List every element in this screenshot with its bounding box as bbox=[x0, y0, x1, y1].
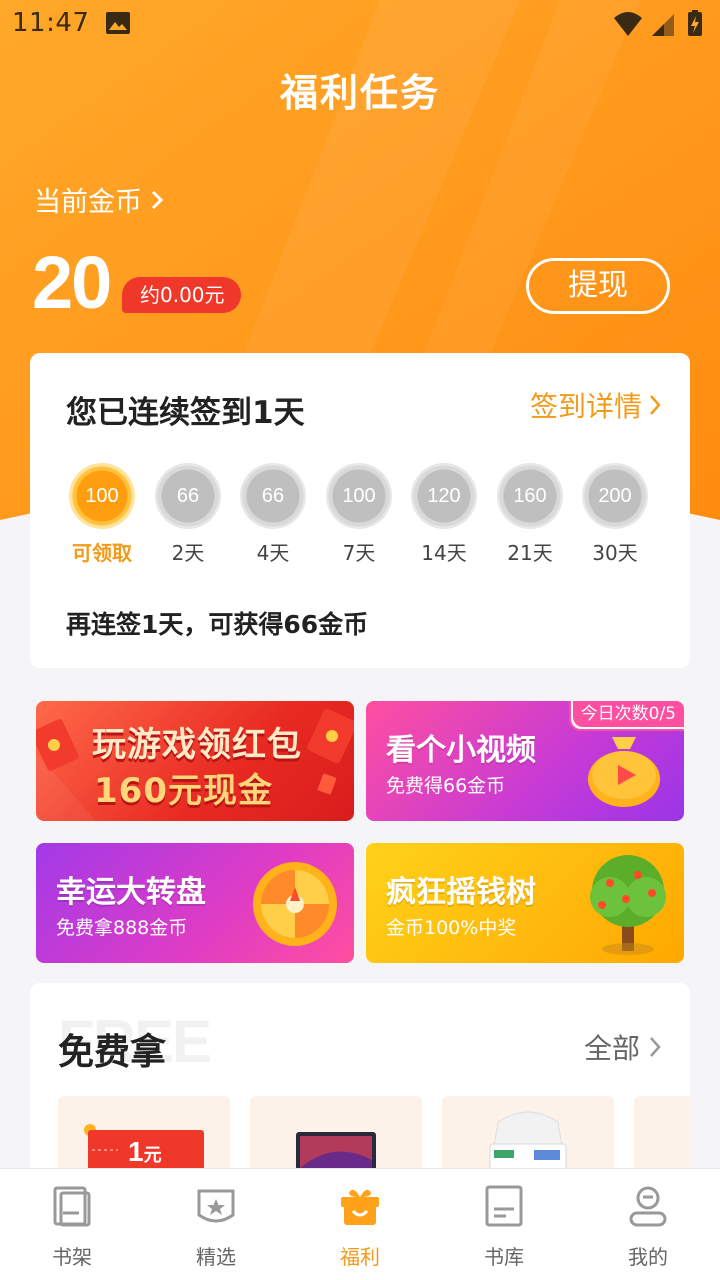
money-bag-play-icon bbox=[588, 737, 660, 807]
chevron-right-icon bbox=[151, 190, 164, 209]
current-coins-link[interactable]: 当前金币 bbox=[34, 180, 164, 219]
coupon-label: 1元 bbox=[128, 1136, 162, 1168]
coupon-unit: 元 bbox=[143, 1145, 162, 1165]
prize-wheel-icon bbox=[253, 862, 337, 946]
status-icons bbox=[614, 10, 702, 36]
checkin-detail-link[interactable]: 签到详情 bbox=[530, 385, 662, 425]
day-label: 30天 bbox=[592, 541, 638, 565]
banner-title: 看个小视频 bbox=[386, 733, 536, 768]
lucky-wheel-banner[interactable]: 幸运大转盘 免费拿888金币 bbox=[36, 843, 354, 963]
checkin-day: 160 21天 bbox=[496, 463, 564, 566]
bookshelf-icon bbox=[53, 1186, 91, 1227]
status-bar: 11:47 bbox=[0, 0, 720, 48]
checkin-day: 66 2天 bbox=[154, 463, 222, 566]
day-label: 14天 bbox=[421, 541, 467, 565]
tissue-box-image bbox=[489, 1111, 567, 1172]
wifi-icon bbox=[614, 12, 642, 36]
checkin-note: 再连签1天，可获得66金币 bbox=[66, 610, 369, 639]
nav-item-library[interactable]: 书库 bbox=[432, 1183, 576, 1270]
signal-icon bbox=[652, 14, 674, 36]
video-count-badge: 今日次数0/5 bbox=[568, 701, 684, 731]
checkin-day: 66 4天 bbox=[239, 463, 307, 566]
free-section-title: 免费拿 bbox=[58, 1031, 167, 1073]
chevron-right-icon bbox=[650, 1037, 661, 1057]
coin-icon: 200 bbox=[582, 463, 648, 529]
battery-icon bbox=[688, 10, 702, 36]
coin-icon: 66 bbox=[240, 463, 306, 529]
money-tree-banner[interactable]: 疯狂摇钱树 金币100%中奖 bbox=[366, 843, 684, 963]
featured-icon bbox=[197, 1189, 235, 1223]
nav-label: 书架 bbox=[52, 1245, 92, 1269]
nav-label: 书库 bbox=[484, 1245, 524, 1269]
red-packet-icon bbox=[307, 708, 354, 764]
nav-item-profile[interactable]: 我的 bbox=[576, 1183, 720, 1270]
banner-subtitle: 免费拿888金币 bbox=[56, 917, 188, 939]
watch-video-banner[interactable]: 今日次数0/5 看个小视频 免费得66金币 bbox=[366, 701, 684, 821]
nav-item-featured[interactable]: 精选 bbox=[144, 1183, 288, 1270]
money-tree-icon bbox=[590, 855, 666, 955]
status-time: 11:47 bbox=[12, 8, 90, 38]
library-icon bbox=[485, 1185, 523, 1227]
banner-title: 玩游戏领红包 bbox=[92, 725, 302, 765]
nav-label: 福利 bbox=[340, 1245, 380, 1269]
checkin-day: 120 14天 bbox=[410, 463, 478, 566]
bottom-navigation: 书架 精选 福利 书库 我的 bbox=[0, 1168, 720, 1280]
checkin-day[interactable]: 100 可领取 bbox=[68, 463, 136, 566]
coin-icon: 100 bbox=[69, 463, 135, 529]
withdraw-button[interactable]: 提现 bbox=[526, 258, 670, 314]
coin-icon: 100 bbox=[326, 463, 392, 529]
coins-balance: 20 bbox=[32, 241, 112, 324]
current-coins-label: 当前金币 bbox=[34, 187, 142, 218]
view-all-link[interactable]: 全部 bbox=[584, 1027, 662, 1067]
coin-icon: 66 bbox=[155, 463, 221, 529]
checkin-title: 您已连续签到1天 bbox=[66, 395, 305, 431]
coin-icon: 160 bbox=[497, 463, 563, 529]
day-label: 7天 bbox=[342, 541, 376, 565]
chevron-right-icon bbox=[650, 395, 661, 415]
banner-subtitle: 金币100%中奖 bbox=[386, 917, 517, 939]
banner-subtitle: 160元现金 bbox=[94, 771, 273, 811]
day-label: 21天 bbox=[507, 541, 553, 565]
checkin-card: 您已连续签到1天 签到详情 100 可领取 66 2天 66 4天 100 7天… bbox=[30, 353, 690, 668]
yuan-equivalent-badge: 约0.00元 bbox=[122, 277, 241, 313]
coin-icon: 120 bbox=[411, 463, 477, 529]
profile-icon bbox=[629, 1186, 667, 1227]
nav-item-bookshelf[interactable]: 书架 bbox=[0, 1183, 144, 1270]
nav-label: 精选 bbox=[196, 1245, 236, 1269]
banner-subtitle: 免费得66金币 bbox=[386, 775, 506, 797]
checkin-detail-label: 签到详情 bbox=[529, 390, 642, 423]
laptop-image bbox=[296, 1132, 376, 1170]
checkin-day: 200 30天 bbox=[581, 463, 649, 566]
day-label: 可领取 bbox=[72, 541, 132, 565]
image-notification-icon bbox=[106, 12, 130, 34]
checkin-days: 100 可领取 66 2天 66 4天 100 7天 120 14天 160 2… bbox=[68, 463, 658, 566]
banner-title: 疯狂摇钱树 bbox=[386, 875, 536, 910]
game-red-packet-banner[interactable]: 玩游戏领红包 160元现金 bbox=[36, 701, 354, 821]
nav-item-welfare[interactable]: 福利 bbox=[288, 1183, 432, 1270]
coupon-value: 1 bbox=[128, 1136, 144, 1167]
video-count-text: 今日次数0/5 bbox=[572, 701, 684, 727]
checkin-day: 100 7天 bbox=[325, 463, 393, 566]
day-label: 4天 bbox=[256, 541, 290, 565]
view-all-label: 全部 bbox=[583, 1032, 640, 1065]
page-title: 福利任务 bbox=[279, 70, 440, 115]
day-label: 2天 bbox=[171, 541, 205, 565]
gift-icon bbox=[341, 1189, 379, 1225]
nav-label: 我的 bbox=[628, 1245, 668, 1269]
banner-title: 幸运大转盘 bbox=[56, 875, 206, 910]
